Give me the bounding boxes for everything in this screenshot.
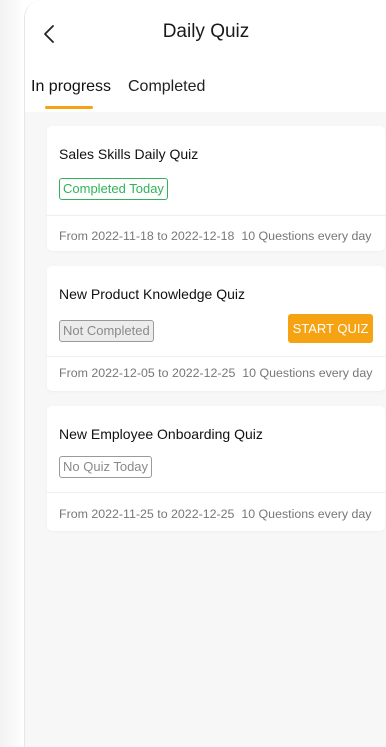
divider: [47, 492, 385, 493]
quiz-title: New Product Knowledge Quiz: [59, 286, 245, 302]
quiz-meta: From 2022-12-05 to 2022-12-25 10 Questio…: [59, 366, 372, 380]
quiz-card[interactable]: New Product Knowledge Quiz Not Completed…: [47, 266, 385, 391]
quiz-period: From 2022-11-25 to 2022-12-25: [59, 507, 235, 521]
page-title: Daily Quiz: [162, 21, 250, 42]
status-badge: Not Completed: [59, 320, 154, 342]
status-badge: Completed Today: [59, 178, 168, 200]
quiz-period: From 2022-11-18 to 2022-12-18: [59, 229, 235, 243]
divider: [47, 215, 385, 216]
backdrop: [0, 0, 24, 747]
app-screen: Daily Quiz In progress Completed Sales S…: [24, 0, 386, 747]
header: Daily Quiz In progress Completed: [25, 0, 386, 112]
quiz-meta: From 2022-11-18 to 2022-12-18 10 Questio…: [59, 229, 372, 243]
start-quiz-button[interactable]: START QUIZ: [288, 314, 373, 343]
quiz-card[interactable]: Sales Skills Daily Quiz Completed Today …: [47, 126, 385, 251]
quiz-period: From 2022-12-05 to 2022-12-25: [59, 366, 236, 380]
tab-completed[interactable]: Completed: [128, 78, 205, 96]
quiz-question-count: 10 Questions every day: [241, 507, 372, 521]
quiz-card[interactable]: New Employee Onboarding Quiz No Quiz Tod…: [47, 406, 385, 531]
tab-in-progress[interactable]: In progress: [31, 78, 111, 96]
quiz-title: Sales Skills Daily Quiz: [59, 146, 199, 162]
status-badge: No Quiz Today: [59, 456, 153, 478]
quiz-question-count: 10 Questions every day: [242, 366, 373, 380]
quiz-question-count: 10 Questions every day: [241, 229, 372, 243]
quiz-meta: From 2022-11-25 to 2022-12-25 10 Questio…: [59, 507, 372, 521]
quiz-title: New Employee Onboarding Quiz: [59, 426, 263, 442]
active-tab-indicator: [45, 106, 93, 109]
divider: [47, 356, 385, 357]
